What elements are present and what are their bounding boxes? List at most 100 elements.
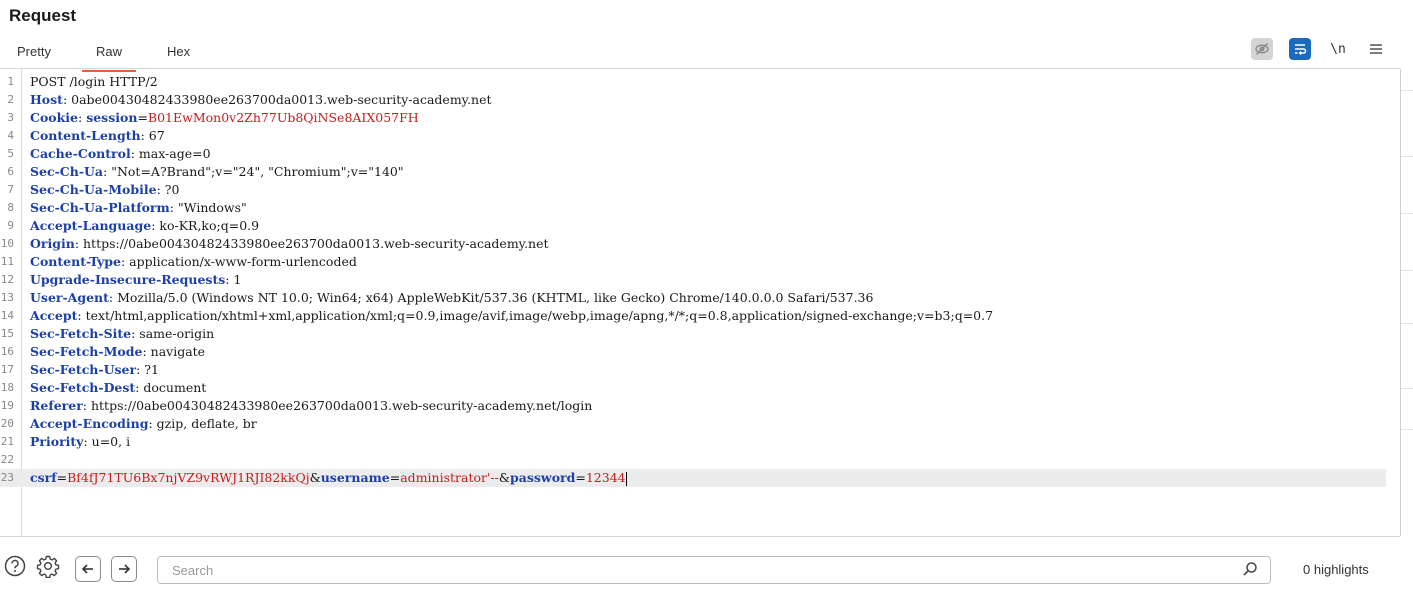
settings-button[interactable] [36,554,60,578]
param-value: 12344 [585,470,626,485]
header-value: ko-KR,ko;q=0.9 [159,218,260,233]
param-name: csrf [30,470,57,485]
request-line[interactable]: 23 csrf=Bf4fJ71TU6Bx7njVZ9vRWJ1RJI82kkQj&… [0,469,1386,487]
header-name: Cache-Control [30,146,131,161]
header-value: "Not=A?Brand";v="24", "Chromium";v="140" [111,164,404,179]
line-content: Sec-Fetch-Mode: navigate [30,343,205,361]
header-value: Mozilla/5.0 (Windows NT 10.0; Win64; x64… [117,290,874,305]
request-line[interactable]: 14 Accept: text/html,application/xhtml+xm… [0,307,1400,325]
request-line[interactable]: 11 Content-Type: application/x-www-form-u… [0,253,1400,271]
line-content: Priority: u=0, i [30,433,130,451]
request-line[interactable]: 3 Cookie: session=B01EwMon0v2Zh77Ub8QiNSe… [0,109,1400,127]
search-icon[interactable] [1242,561,1258,582]
request-line[interactable]: 6 Sec-Ch-Ua: "Not=A?Brand";v="24", "Chrom… [0,163,1400,181]
gear-icon [36,555,60,578]
line-content: Upgrade-Insecure-Requests: 1 [30,271,241,289]
equals-sign: = [575,470,586,485]
line-number: 9 [7,219,14,232]
tab-pretty[interactable]: Pretty [17,40,51,68]
request-line[interactable]: 9 Accept-Language: ko-KR,ko;q=0.9 [0,217,1400,235]
request-line[interactable]: 17 Sec-Fetch-User: ?1 [0,361,1400,379]
request-line[interactable]: 18 Sec-Fetch-Dest: document [0,379,1400,397]
cookie-name: session [86,110,138,125]
line-number: 2 [7,93,14,106]
line-content: Sec-Ch-Ua: "Not=A?Brand";v="24", "Chromi… [30,163,404,181]
line-number: 4 [7,129,14,142]
highlights-count: 0 highlights [1303,562,1369,577]
line-content: Cache-Control: max-age=0 [30,145,211,163]
header-value: 0abe00430482433980ee263700da0013.web-sec… [71,92,492,107]
editor-toolbar: \n [1251,38,1387,60]
tab-hex[interactable]: Hex [167,40,190,68]
tab-raw[interactable]: Raw [81,40,137,72]
param-value: Bf4fJ71TU6Bx7njVZ9vRWJ1RJI82kkQj [67,470,310,485]
param-value: administrator'-- [400,470,499,485]
header-separator: : [108,290,118,305]
line-number: 13 [0,291,14,304]
header-name: Accept-Encoding [30,416,149,431]
line-content: Sec-Fetch-Site: same-origin [30,325,214,343]
request-line[interactable]: 1 POST /login HTTP/2 [0,73,1400,91]
ampersand: & [309,470,321,485]
request-line[interactable]: 7 Sec-Ch-Ua-Mobile: ?0 [0,181,1400,199]
request-line[interactable]: 15 Sec-Fetch-Site: same-origin [0,325,1400,343]
line-content: Cookie: session=B01EwMon0v2Zh77Ub8QiNSe8… [30,109,419,127]
request-line[interactable]: 21 Priority: u=0, i [0,433,1400,451]
request-line[interactable]: 2 Host: 0abe00430482433980ee263700da0013.… [0,91,1400,109]
line-number: 3 [7,111,14,124]
editor-menu-button[interactable] [1365,38,1387,60]
line-number: 22 [0,453,14,466]
help-icon [4,555,26,577]
next-match-button[interactable] [111,556,137,582]
word-wrap-button[interactable] [1289,38,1311,60]
header-value: ?1 [144,362,159,377]
line-number: 20 [0,417,14,430]
word-wrap-icon [1295,44,1307,55]
line-number: 7 [7,183,14,196]
line-number: 19 [0,399,14,412]
eye-off-icon [1255,43,1269,55]
header-separator: : [130,146,139,161]
header-separator: : [77,308,86,323]
header-name: Accept [30,308,78,323]
header-separator: : [78,110,87,125]
text-cursor [625,471,627,486]
request-line[interactable]: 22 [0,451,1400,469]
panel-title: Request [9,6,77,25]
previous-match-button[interactable] [75,556,101,582]
line-content: Sec-Fetch-Dest: document [30,379,206,397]
request-line[interactable]: 16 Sec-Fetch-Mode: navigate [0,343,1400,361]
request-line[interactable]: 13 User-Agent: Mozilla/5.0 (Windows NT 10… [0,289,1400,307]
equals-sign: = [56,470,68,485]
help-button[interactable] [3,554,27,578]
request-line[interactable]: 8 Sec-Ch-Ua-Platform: "Windows" [0,199,1400,217]
equals-sign: = [389,470,401,485]
header-value: https://0abe00430482433980ee263700da0013… [83,236,549,251]
line-content: Content-Type: application/x-www-form-url… [30,253,357,271]
header-separator: : [156,182,165,197]
header-name: Sec-Ch-Ua-Platform [30,200,170,215]
search-input[interactable] [170,557,1234,583]
line-number: 21 [0,435,14,448]
show-newlines-button[interactable]: \n [1327,38,1349,60]
header-value: 1 [233,272,242,287]
equals-sign: = [137,110,148,125]
header-value: max-age=0 [138,146,211,161]
arrow-left-icon [81,564,93,574]
line-number: 14 [0,309,14,322]
line-content: Content-Length: 67 [30,127,165,145]
request-editor[interactable]: 1 POST /login HTTP/2 2 Host: 0abe0043048243… [0,69,1401,536]
hide-nonprintable-button[interactable] [1251,38,1273,60]
header-name: Sec-Fetch-Dest [30,380,136,395]
request-line[interactable]: 4 Content-Length: 67 [0,127,1400,145]
line-content: csrf=Bf4fJ71TU6Bx7njVZ9vRWJ1RJI82kkQj&us… [30,469,627,487]
request-line[interactable]: 10 Origin: https://0abe00430482433980ee26… [0,235,1400,253]
header-separator: : [142,344,151,359]
header-value: "Windows" [177,200,247,215]
request-line[interactable]: 20 Accept-Encoding: gzip, deflate, br [0,415,1400,433]
request-line[interactable]: 5 Cache-Control: max-age=0 [0,145,1400,163]
request-line[interactable]: 19 Referer: https://0abe00430482433980ee2… [0,397,1400,415]
request-line[interactable]: 12 Upgrade-Insecure-Requests: 1 [0,271,1400,289]
line-number: 18 [0,381,14,394]
header-name: Origin [30,236,75,251]
